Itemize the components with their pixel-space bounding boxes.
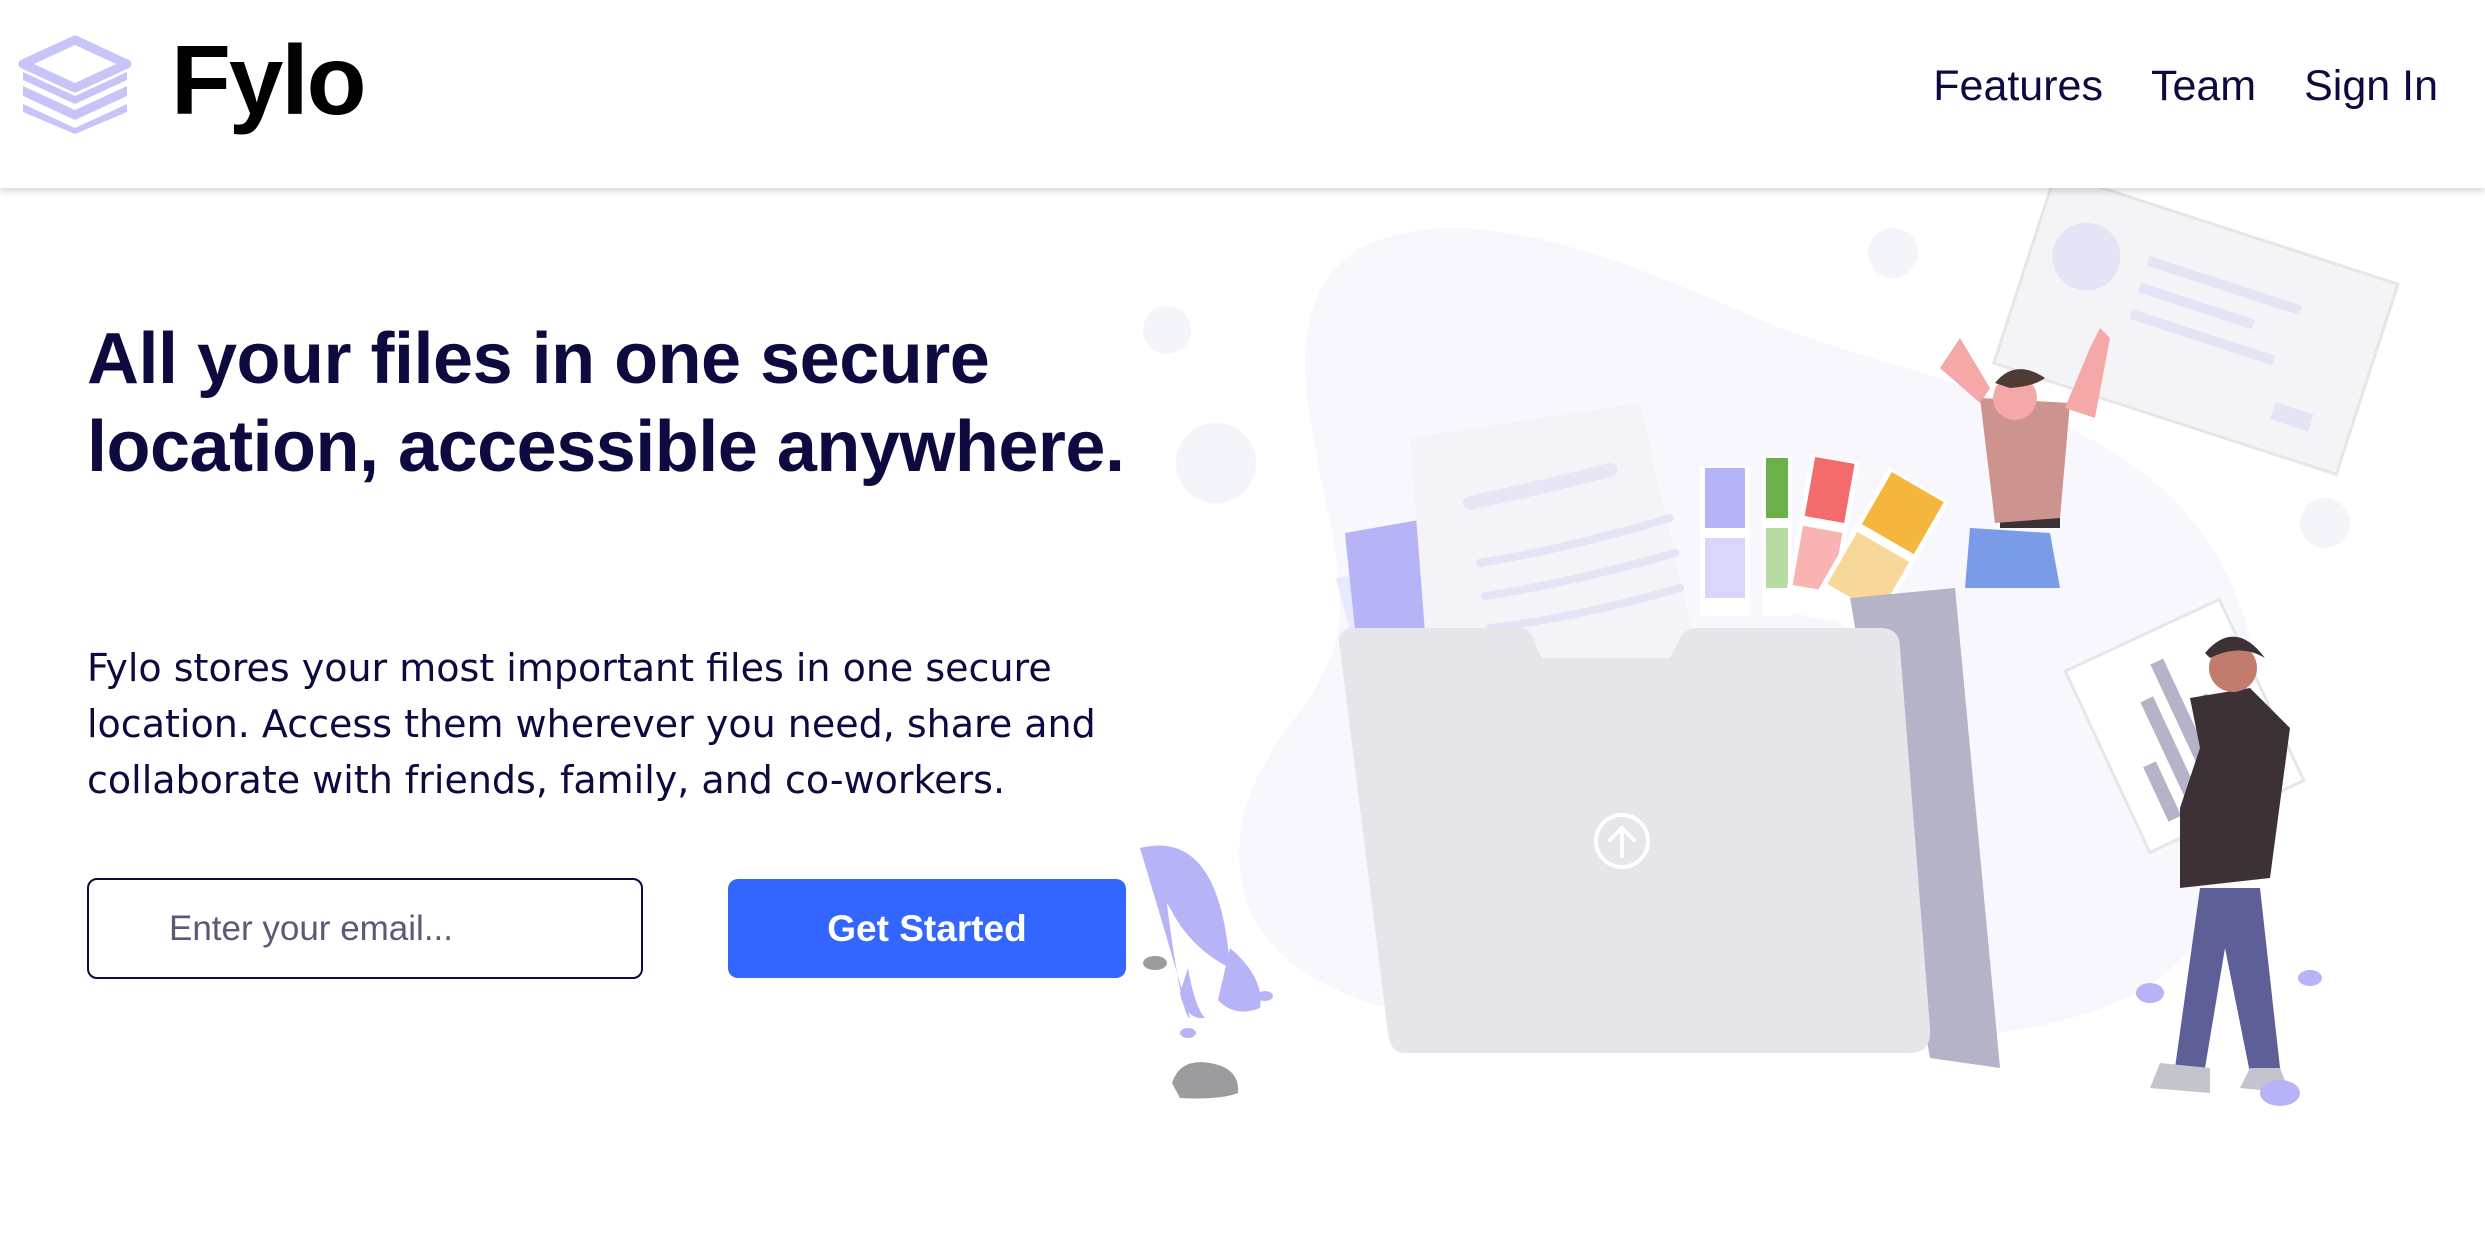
- decor-dot: [2300, 498, 2350, 548]
- nav-sign-in[interactable]: Sign In: [2304, 62, 2438, 111]
- hero-description: Fylo stores your most important files in…: [87, 646, 1096, 802]
- nav-team[interactable]: Team: [2151, 62, 2256, 111]
- logo-text: Fylo: [171, 25, 366, 135]
- email-input[interactable]: [87, 878, 643, 979]
- hero-illustration: [1140, 188, 2400, 1106]
- logo[interactable]: Fylo: [17, 25, 366, 135]
- get-started-button[interactable]: Get Started: [728, 879, 1126, 978]
- decor-dot: [1868, 228, 1918, 278]
- main-nav: Features Team Sign In: [1933, 62, 2438, 111]
- hero-headline: All your files in one secure location, a…: [87, 319, 1125, 487]
- decor-dot: [1176, 423, 1256, 503]
- hero-section: All your files in one secure location, a…: [87, 315, 1147, 802]
- layers-logo-icon: [18, 35, 132, 134]
- nav-features[interactable]: Features: [1933, 62, 2103, 111]
- decor-dot: [1143, 306, 1191, 354]
- folder: [1339, 588, 2000, 1068]
- site-header: Fylo Features Team Sign In: [0, 0, 2485, 188]
